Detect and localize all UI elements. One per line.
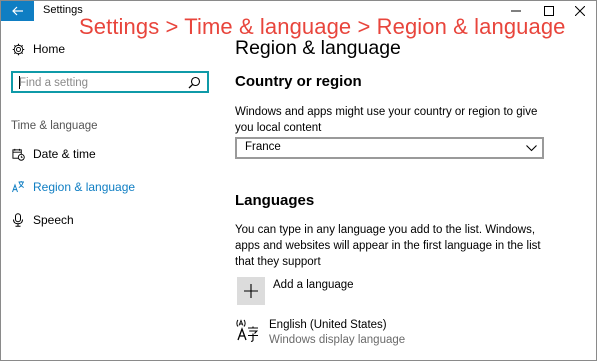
- language-list-item[interactable]: English (United States) Windows display …: [235, 317, 535, 353]
- language-icon: [236, 319, 259, 342]
- languages-description: You can type in any language you add to …: [235, 224, 541, 268]
- sidebar-item-speech[interactable]: Speech: [1, 206, 219, 234]
- plus-icon: [237, 277, 265, 305]
- add-language-label: Add a language: [273, 279, 354, 291]
- country-description: Windows and apps might use your country …: [235, 106, 538, 134]
- page-title: Region & language: [235, 37, 401, 59]
- sidebar: Home Time & language Date & time: [1, 21, 219, 360]
- back-button[interactable]: [1, 1, 34, 21]
- sidebar-item-label: Speech: [33, 213, 74, 227]
- microphone-icon: [11, 213, 25, 227]
- country-heading: Country or region: [235, 73, 362, 90]
- region-language-icon: [11, 180, 25, 194]
- country-selected-value: France: [245, 141, 281, 153]
- sidebar-item-label: Region & language: [33, 180, 136, 194]
- search-field[interactable]: [11, 71, 209, 93]
- section-label: Time & language: [11, 120, 98, 132]
- search-input[interactable]: [19, 75, 179, 90]
- close-icon: [574, 6, 585, 16]
- language-name: English (United States): [269, 319, 387, 331]
- main-content: Region & language Country or region Wind…: [219, 21, 596, 360]
- search-icon[interactable]: [188, 76, 201, 89]
- date-time-icon: [11, 147, 25, 161]
- sidebar-item-label: Date & time: [33, 147, 96, 161]
- sidebar-item-date-time[interactable]: Date & time: [1, 140, 219, 168]
- sidebar-item-region-language[interactable]: Region & language: [1, 173, 219, 201]
- close-button[interactable]: [563, 1, 596, 21]
- sidebar-item-home[interactable]: Home: [1, 35, 219, 63]
- back-arrow-icon: [11, 6, 23, 16]
- languages-heading: Languages: [235, 192, 315, 209]
- settings-window: Settings Settings > Time & language > Re…: [0, 0, 597, 361]
- add-language-button[interactable]: Add a language: [237, 275, 437, 305]
- sidebar-item-label: Home: [33, 42, 66, 56]
- gear-icon: [11, 42, 25, 56]
- window-title: Settings: [43, 4, 83, 16]
- country-dropdown[interactable]: France: [235, 137, 544, 159]
- chevron-down-icon: [526, 145, 537, 152]
- language-detail: Windows display language: [269, 334, 406, 346]
